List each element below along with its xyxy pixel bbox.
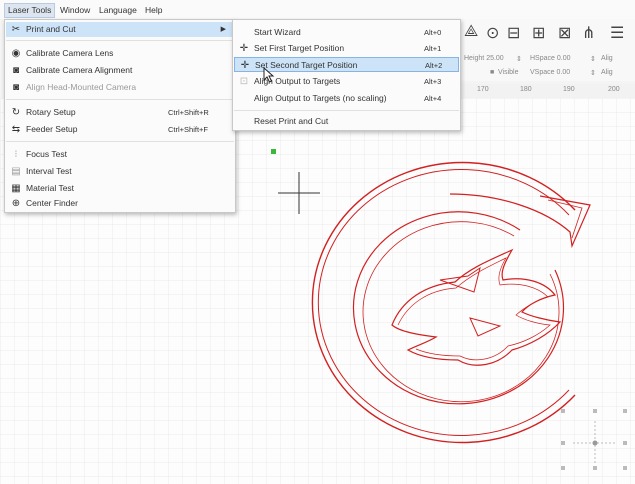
menu-item-center-finder[interactable]: ⊕ Center Finder <box>6 196 234 211</box>
align-label[interactable]: Alig <box>601 55 613 62</box>
camera-icon: ◉ <box>11 48 21 59</box>
menu-window[interactable]: Window <box>57 4 93 17</box>
visible-label: Visible <box>498 69 519 76</box>
offset-icon[interactable]: ⟁ <box>464 23 478 41</box>
menu-item-label: Focus Test <box>26 149 67 159</box>
selected-node[interactable] <box>271 149 276 154</box>
grid-icon: ▦ <box>11 183 21 194</box>
menu-item-label: Reset Print and Cut <box>254 116 329 126</box>
mouse-cursor-icon <box>263 67 275 83</box>
menu-language[interactable]: Language <box>96 4 140 17</box>
hspace-value[interactable]: 0.00 <box>557 55 571 62</box>
camera-icon: ◙ <box>12 82 20 93</box>
menu-item-calibrate-camera-lens[interactable]: ◉ Calibrate Camera Lens <box>6 46 234 61</box>
menu-item-label: Feeder Setup <box>26 124 78 134</box>
menu-item-label: Rotary Setup <box>26 107 76 117</box>
toolbar: ⟁ ⊙ ⊟ ⊞ ⊠ ⋔ ☰ Height 25.00 ⇕ HSpace 0.00… <box>460 19 635 81</box>
menu-separator <box>6 40 234 41</box>
menu-help[interactable]: Help <box>142 4 165 17</box>
menu-item-calibrate-camera-alignment[interactable]: ◙ Calibrate Camera Alignment <box>6 63 234 78</box>
stepper-icon[interactable]: ⇕ <box>516 55 522 63</box>
menu-item-shortcut: Ctrl+Shift+R <box>168 108 209 117</box>
print-cut-icon: ✂ <box>11 24 21 35</box>
menu-item-focus-test[interactable]: ⁝ Focus Test <box>6 147 234 162</box>
focus-test-icon: ⁝ <box>14 149 18 160</box>
menu-item-feeder-setup[interactable]: ⇆ Feeder Setup Ctrl+Shift+F <box>6 122 234 137</box>
menu-item-label: Align Output to Targets (no scaling) <box>254 93 387 103</box>
ruler-tick: 170 <box>477 86 489 93</box>
align-icon[interactable]: ⊟ <box>507 23 520 43</box>
target-icon: ✛ <box>239 43 249 54</box>
height-label: Height <box>464 55 485 62</box>
menu-item-label: Print and Cut <box>26 24 76 34</box>
menu-separator <box>234 110 459 111</box>
menu-separator <box>6 99 234 100</box>
menu-item-start-wizard[interactable]: Start Wizard Alt+0 <box>234 25 459 40</box>
horizontal-ruler: 170 180 190 200 <box>460 84 635 98</box>
submenu-arrow-icon: ▶ <box>220 26 226 33</box>
group-icon[interactable]: ⊠ <box>558 23 571 43</box>
menu-item-shortcut: Alt+3 <box>424 77 442 86</box>
menu-bar: Laser Tools Window Language Help <box>0 0 635 19</box>
align-label[interactable]: Alig <box>601 69 613 76</box>
target-icon: ✛ <box>240 60 250 71</box>
stepper-icon[interactable]: ⇕ <box>590 69 596 77</box>
stepper-icon[interactable]: ⇕ <box>590 55 596 63</box>
camera-icon: ◙ <box>12 65 20 76</box>
distribute-icon[interactable]: ⊞ <box>532 23 545 43</box>
menu-item-align-output-no-scaling[interactable]: Align Output to Targets (no scaling) Alt… <box>234 91 459 106</box>
menu-item-interval-test[interactable]: ▤ Interval Test <box>6 164 234 179</box>
menu-item-shortcut: Alt+2 <box>425 61 443 70</box>
ruler-tick: 200 <box>608 86 620 93</box>
target-tool-icon[interactable]: ⊙ <box>486 23 499 43</box>
menu-item-shortcut: Alt+1 <box>424 44 442 53</box>
menu-item-label: Interval Test <box>26 166 72 176</box>
menu-item-align-head-mounted-camera[interactable]: ◙ Align Head-Mounted Camera <box>6 80 234 95</box>
menu-item-shortcut: Alt+0 <box>424 28 442 37</box>
menu-separator <box>6 141 234 142</box>
height-value[interactable]: 25.00 <box>486 55 504 62</box>
menu-item-label: Calibrate Camera Alignment <box>26 65 133 75</box>
ruler-tick: 180 <box>520 86 532 93</box>
menu-item-label: Start Wizard <box>254 27 301 37</box>
hspace-label: HSpace <box>530 55 555 62</box>
menu-item-shortcut: Ctrl+Shift+F <box>168 125 209 134</box>
vspace-value[interactable]: 0.00 <box>556 69 570 76</box>
menu-item-material-test[interactable]: ▦ Material Test <box>6 181 234 196</box>
menu-item-shortcut: Alt+4 <box>424 94 442 103</box>
menu-item-label: Center Finder <box>26 198 78 208</box>
menu-laser-tools[interactable]: Laser Tools <box>4 3 56 18</box>
menu-item-label: Set First Target Position <box>254 43 345 53</box>
menu-item-print-and-cut[interactable]: ✂ Print and Cut ▶ <box>6 22 234 37</box>
interval-test-icon: ▤ <box>11 166 21 177</box>
menu-item-label: Calibrate Camera Lens <box>26 48 114 58</box>
align-icon: ⊡ <box>239 76 249 87</box>
menu-item-set-first-target[interactable]: ✛ Set First Target Position Alt+1 <box>234 41 459 56</box>
visible-icon[interactable]: ■ <box>490 69 494 76</box>
rotary-icon: ↻ <box>11 107 21 118</box>
menu-item-label: Align Head-Mounted Camera <box>26 82 137 92</box>
vspace-label: VSpace <box>530 69 555 76</box>
feeder-icon: ⇆ <box>11 124 21 135</box>
spacing-icon[interactable]: ☰ <box>610 23 624 43</box>
menu-item-label: Material Test <box>26 183 75 193</box>
crosshair-icon: ⊕ <box>11 198 21 209</box>
ruler-tick: 190 <box>563 86 575 93</box>
array-icon[interactable]: ⋔ <box>582 23 595 43</box>
menu-item-reset-print-and-cut[interactable]: Reset Print and Cut <box>234 114 459 129</box>
menu-item-rotary-setup[interactable]: ↻ Rotary Setup Ctrl+Shift+R <box>6 105 234 120</box>
laser-tools-menu: ✂ Print and Cut ▶ ◉ Calibrate Camera Len… <box>4 19 236 213</box>
